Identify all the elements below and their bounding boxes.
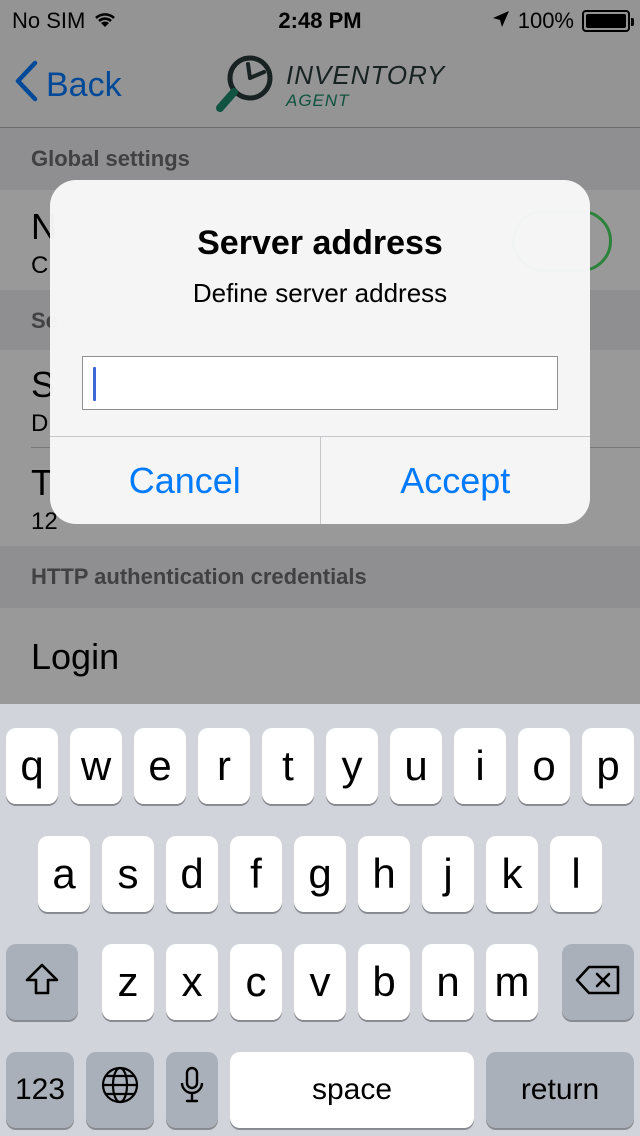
key-e[interactable]: e — [134, 728, 186, 804]
key-c[interactable]: c — [230, 944, 282, 1020]
key-n[interactable]: n — [422, 944, 474, 1020]
key-l[interactable]: l — [550, 836, 602, 912]
cancel-button[interactable]: Cancel — [50, 437, 320, 524]
delete-key[interactable] — [562, 944, 634, 1020]
keyboard: q w e r t y u i o p a s d f g h j k l z … — [0, 704, 640, 1136]
globe-icon — [100, 1065, 140, 1115]
key-x[interactable]: x — [166, 944, 218, 1020]
space-key[interactable]: space — [230, 1052, 474, 1128]
key-h[interactable]: h — [358, 836, 410, 912]
text-caret — [93, 367, 96, 401]
alert-message: Define server address — [192, 278, 448, 308]
dictation-key[interactable] — [166, 1052, 218, 1128]
key-u[interactable]: u — [390, 728, 442, 804]
key-t[interactable]: t — [262, 728, 314, 804]
key-m[interactable]: m — [486, 944, 538, 1020]
key-z[interactable]: z — [102, 944, 154, 1020]
delete-backspace-icon — [575, 958, 621, 1006]
key-q[interactable]: q — [6, 728, 58, 804]
alert-actions: Cancel Accept — [50, 436, 590, 524]
numbers-key[interactable]: 123 — [6, 1052, 74, 1128]
key-g[interactable]: g — [294, 836, 346, 912]
shift-icon — [24, 958, 60, 1006]
globe-key[interactable] — [86, 1052, 154, 1128]
key-y[interactable]: y — [326, 728, 378, 804]
key-f[interactable]: f — [230, 836, 282, 912]
key-v[interactable]: v — [294, 944, 346, 1020]
key-d[interactable]: d — [166, 836, 218, 912]
key-s[interactable]: s — [102, 836, 154, 912]
key-j[interactable]: j — [422, 836, 474, 912]
key-o[interactable]: o — [518, 728, 570, 804]
microphone-icon — [178, 1065, 206, 1115]
server-address-input[interactable] — [82, 356, 558, 410]
alert-title: Server address — [197, 224, 443, 262]
accept-button[interactable]: Accept — [319, 437, 591, 524]
key-r[interactable]: r — [198, 728, 250, 804]
key-w[interactable]: w — [70, 728, 122, 804]
server-address-alert: Server address Define server address Can… — [50, 180, 590, 524]
key-i[interactable]: i — [454, 728, 506, 804]
key-a[interactable]: a — [38, 836, 90, 912]
key-b[interactable]: b — [358, 944, 410, 1020]
key-p[interactable]: p — [582, 728, 634, 804]
return-key[interactable]: return — [486, 1052, 634, 1128]
key-k[interactable]: k — [486, 836, 538, 912]
shift-key[interactable] — [6, 944, 78, 1020]
